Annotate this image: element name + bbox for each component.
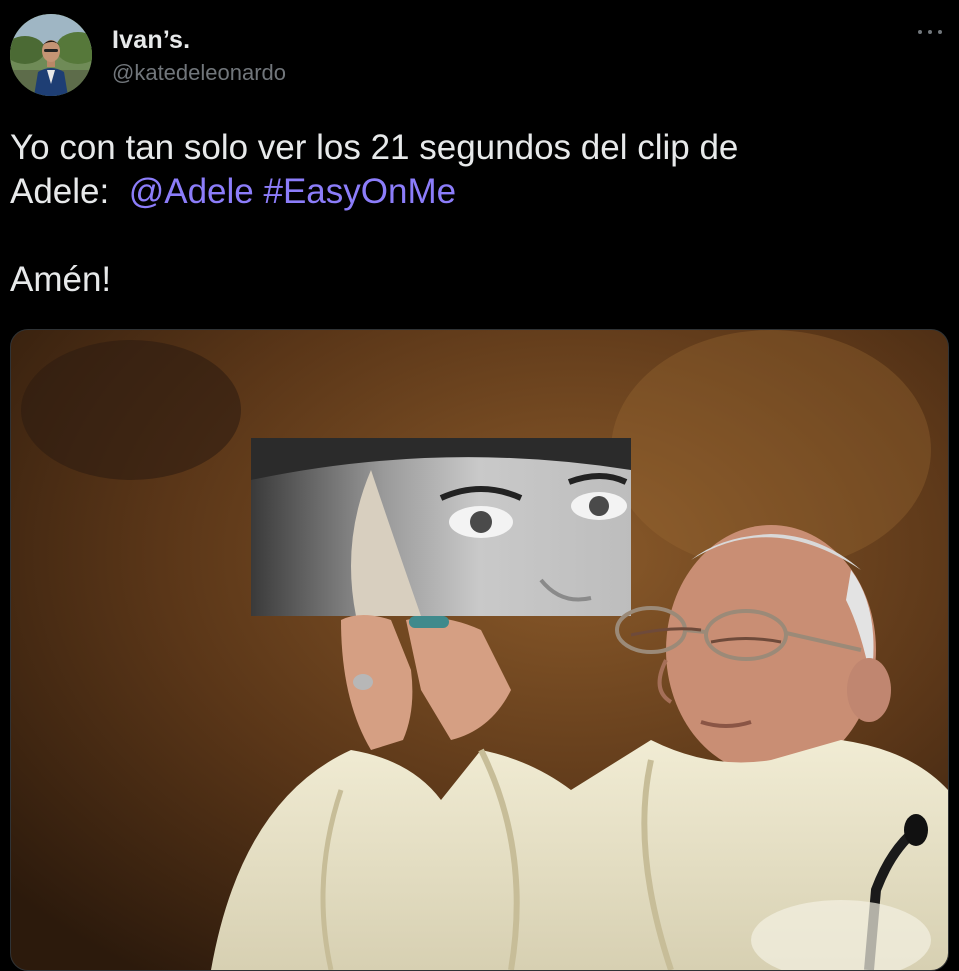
tweet-header: Ivan’s. @katedeleonardo	[0, 0, 959, 110]
tweet-text-line-1: Yo con tan solo ver los 21 segundos del …	[10, 128, 739, 167]
hashtag-link[interactable]: #EasyOnMe	[263, 172, 456, 211]
tweet-text: Yo con tan solo ver los 21 segundos del …	[10, 126, 910, 302]
user-handle[interactable]: @katedeleonardo	[112, 60, 286, 86]
tweet-text-line-3: Amén!	[10, 260, 112, 299]
mention-link[interactable]: @Adele	[129, 172, 254, 211]
tweet-media-photo[interactable]	[10, 329, 949, 971]
user-avatar[interactable]	[10, 14, 92, 96]
avatar-photo-icon	[10, 14, 92, 96]
tweet-text-spacer	[10, 214, 910, 258]
tweet-text-prefix: Adele:	[10, 172, 129, 211]
tweet-text-line-2: Adele: @Adele #EasyOnMe	[10, 170, 910, 214]
meme-photo-icon	[11, 330, 948, 970]
more-options-icon[interactable]	[915, 22, 945, 42]
display-name[interactable]: Ivan’s.	[112, 26, 190, 55]
